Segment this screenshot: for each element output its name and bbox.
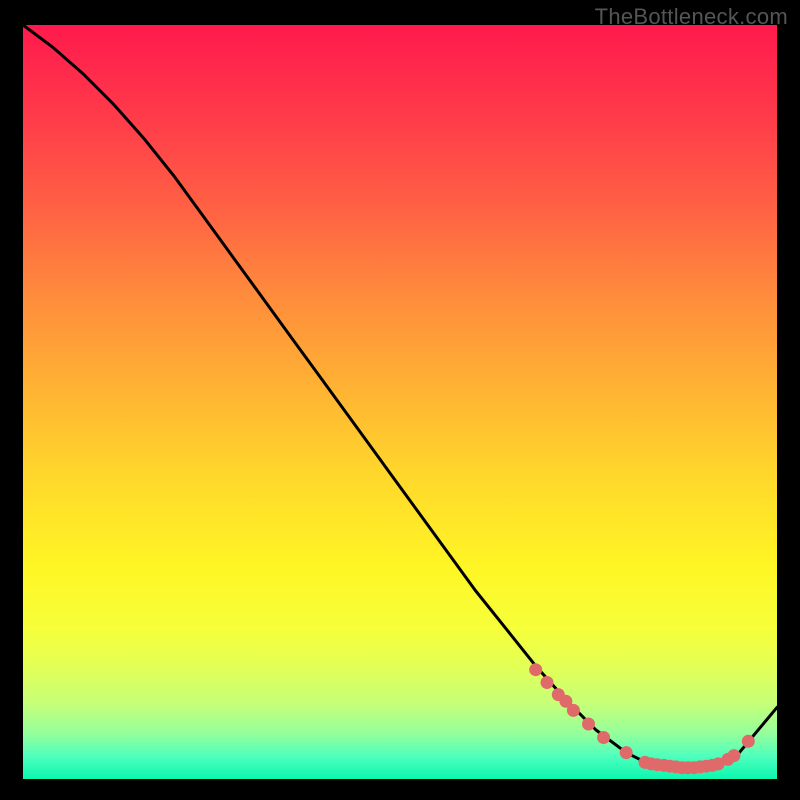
marker-dot xyxy=(529,663,542,676)
marker-dot xyxy=(567,704,580,717)
plot-area xyxy=(23,25,777,779)
marker-dot xyxy=(728,749,741,762)
chart-frame: TheBottleneck.com xyxy=(0,0,800,800)
marker-dot xyxy=(541,676,554,689)
marker-dot xyxy=(582,718,595,731)
marker-group xyxy=(529,663,755,774)
bottleneck-curve xyxy=(23,25,777,768)
marker-dot xyxy=(620,746,633,759)
marker-dot xyxy=(742,735,755,748)
curve-svg xyxy=(23,25,777,779)
marker-dot xyxy=(597,731,610,744)
